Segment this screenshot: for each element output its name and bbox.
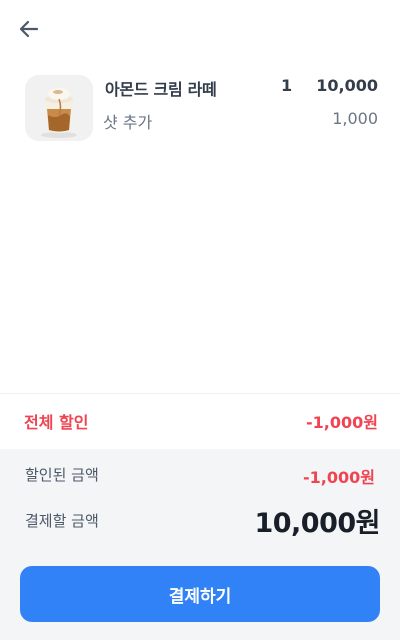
item-price: 10,000 bbox=[316, 76, 378, 95]
payment-amount-label: 결제할 금액 bbox=[25, 512, 99, 530]
pay-button[interactable]: 결제하기 bbox=[20, 566, 380, 622]
total-discount-row: 전체 할인 -1,000원 bbox=[0, 395, 400, 449]
pay-button-label: 결제하기 bbox=[168, 586, 232, 606]
order-item: 아몬드 크림 라떼 1 10,000 샷 추가 1,000 bbox=[0, 70, 400, 150]
payment-amount-value: 10,000원 bbox=[254, 508, 380, 539]
back-button[interactable] bbox=[14, 14, 44, 44]
option-price: 1,000 bbox=[332, 109, 378, 128]
total-discount-value: -1,000원 bbox=[306, 413, 378, 432]
option-name: 샷 추가 bbox=[103, 113, 153, 132]
divider bbox=[0, 393, 400, 394]
item-name: 아몬드 크림 라떼 bbox=[105, 80, 217, 99]
discounted-amount-value: -1,000원 bbox=[303, 468, 375, 487]
top-bar bbox=[0, 0, 400, 56]
discounted-amount-label: 할인된 금액 bbox=[25, 466, 99, 484]
product-image bbox=[25, 75, 93, 141]
total-discount-label: 전체 할인 bbox=[24, 413, 89, 432]
item-quantity: 1 bbox=[281, 76, 293, 95]
arrow-left-icon bbox=[19, 20, 39, 38]
